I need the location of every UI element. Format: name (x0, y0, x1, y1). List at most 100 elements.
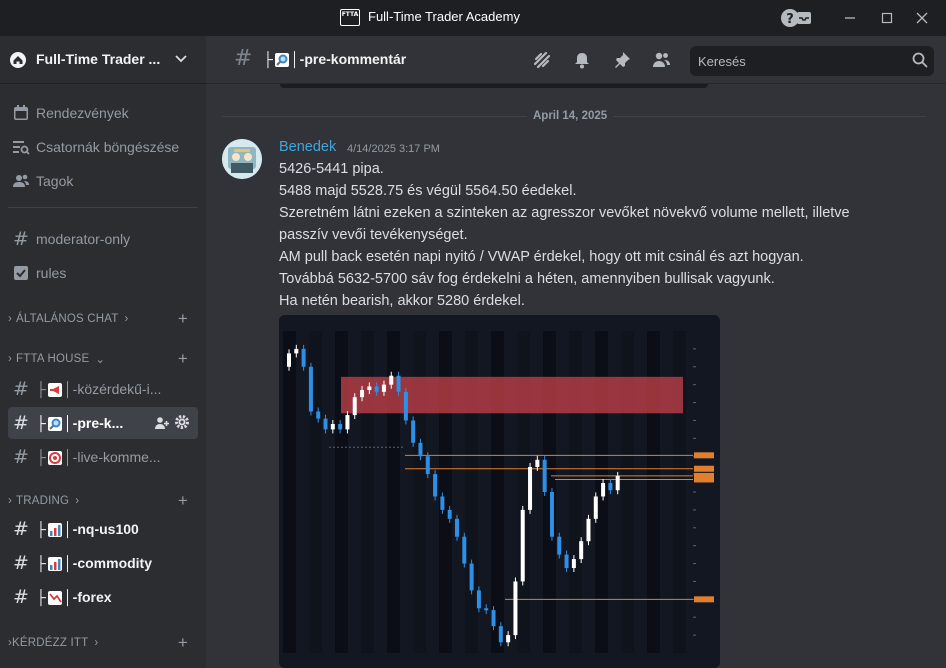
pipe: │ (290, 51, 300, 67)
candle-body (294, 348, 299, 354)
window-title: Full-Time Trader Academy (368, 9, 520, 24)
add-channel-icon[interactable]: + (178, 633, 188, 653)
add-member-icon[interactable] (154, 415, 170, 435)
channel-label: ├ │-commodity (36, 554, 152, 572)
pin-icon[interactable] (610, 48, 634, 72)
channel-header: # ├ │-pre-kommentár (206, 36, 946, 84)
sidebar-item-browse-channels[interactable]: Csatornák böngészése (8, 131, 198, 163)
chevron-down-icon[interactable] (174, 50, 188, 69)
add-channel-icon[interactable]: + (178, 309, 188, 329)
chevron-right-icon: › (8, 495, 13, 507)
magnifier-icon (274, 53, 289, 68)
channel-name: -forex (72, 588, 112, 605)
pipe: │ (63, 554, 73, 571)
maximize-icon[interactable] (875, 6, 899, 30)
message-line: 5488 majd 5528.75 és végül 5564.50 éedek… (279, 183, 577, 199)
hash-icon: # (13, 378, 29, 400)
channel-kozerdeku[interactable]: # ├ │-közérdekű-i... (8, 373, 198, 405)
candle-body (542, 459, 547, 492)
chart-header-strip (279, 315, 693, 327)
channel-commodity[interactable]: # ├ │-commodity (8, 547, 198, 579)
candle-body (447, 509, 452, 519)
channel-name: -közérdekű-i... (72, 380, 162, 397)
time-axis (279, 653, 720, 668)
candle-body (330, 424, 335, 430)
help-icon[interactable]: ? (778, 6, 802, 30)
channel-label: ├ │-live-komme... (36, 448, 161, 466)
channel-pre-kommentar[interactable]: # ├ │-pre-k... (8, 407, 198, 439)
category-trading[interactable]: › TRADING › + (8, 491, 194, 511)
candle-body (316, 411, 321, 419)
category-ftta-house[interactable]: › FTTA HOUSE ⌄ + (8, 349, 194, 369)
tree-prefix: ├ (263, 51, 273, 67)
pipe: │ (63, 414, 73, 431)
rules-icon (10, 265, 32, 281)
candle-body (381, 384, 386, 392)
tree-prefix: ├ (36, 520, 46, 537)
channel-label: rules (36, 265, 67, 281)
add-channel-icon[interactable]: + (178, 349, 188, 369)
message-line: 5426-5441 pipa. (279, 161, 384, 177)
price-axis (693, 315, 720, 668)
channel-label: ├ │-forex (36, 588, 112, 606)
close-icon[interactable] (910, 6, 934, 30)
member-list-icon[interactable] (649, 48, 673, 72)
add-channel-icon[interactable]: + (178, 491, 188, 511)
app-logo: FTTA (340, 9, 360, 26)
bell-icon[interactable] (570, 48, 594, 72)
candle-body (586, 518, 591, 542)
candle-body (571, 559, 576, 569)
search-input[interactable] (690, 46, 900, 76)
message-line: Ha netén bearish, akkor 5280 érdekel. (279, 293, 525, 309)
candle-body (564, 554, 569, 569)
candle-body (338, 424, 343, 430)
channel-name: -nq-us100 (72, 520, 139, 537)
channel-live-kommentar[interactable]: # ├ │-live-komme... (8, 441, 198, 473)
server-header[interactable]: Full-Time Trader ... (0, 36, 206, 84)
category-kerdezz-itt[interactable]: › KÉRDÉZZ ITT › + (8, 633, 194, 653)
chevron-right-icon: › (94, 637, 99, 649)
candle-body (352, 397, 357, 416)
sidebar-item-members[interactable]: Tagok (8, 165, 198, 197)
sidebar-item-label: Tagok (36, 173, 74, 189)
candle-body (484, 608, 489, 611)
sidebar-item-events[interactable]: Rendezvények (8, 97, 198, 129)
channel-nq-us100[interactable]: # ├ │-nq-us100 (8, 513, 198, 545)
avatar[interactable] (222, 139, 262, 179)
gear-icon[interactable] (174, 414, 190, 434)
candle-body (549, 492, 554, 537)
tree-prefix: ├ (36, 554, 46, 571)
candle-body (476, 590, 481, 609)
channel-label: ├ │-pre-k... (36, 414, 124, 432)
minimize-icon[interactable] (838, 6, 862, 30)
candle-body (506, 635, 511, 643)
category-label: ÁLTALÁNOS CHAT (16, 313, 119, 325)
channel-name: -live-komme... (72, 448, 161, 465)
channel-rules[interactable]: rules (8, 257, 198, 289)
pipe: │ (63, 520, 73, 537)
message-line: Továbbá 5632-5700 sáv fog érdekelni a hé… (279, 271, 775, 287)
channel-sidebar: Full-Time Trader ... Rendezvények Csator… (0, 36, 206, 668)
members-icon (10, 172, 32, 190)
candle-body (301, 348, 306, 367)
chart-down-icon (47, 591, 62, 606)
candle-body (593, 496, 598, 519)
message-author[interactable]: Benedek (279, 139, 336, 155)
hash-icon: # (13, 552, 29, 574)
chart-attachment[interactable] (279, 315, 720, 668)
price-level-tag (694, 476, 714, 483)
channel-moderator-only[interactable]: # moderator-only (8, 223, 198, 255)
chat-area: # ├ │-pre-kommentár April 14, 2025 (206, 36, 946, 668)
category-altalanos-chat[interactable]: › ÁLTALÁNOS CHAT › + (8, 309, 194, 329)
channel-name: -pre-kommentár (299, 51, 407, 67)
date-divider-label: April 14, 2025 (527, 110, 614, 122)
hash-icon: # (13, 446, 29, 468)
channel-forex[interactable]: # ├ │-forex (8, 581, 198, 613)
search-icon[interactable] (912, 52, 928, 72)
channel-name: -pre-k... (72, 414, 124, 431)
category-label: KÉRDÉZZ ITT (12, 637, 89, 649)
candle-body (557, 536, 562, 555)
threads-icon[interactable] (530, 48, 554, 72)
search-box[interactable] (690, 46, 934, 76)
chart-icon (47, 523, 62, 538)
